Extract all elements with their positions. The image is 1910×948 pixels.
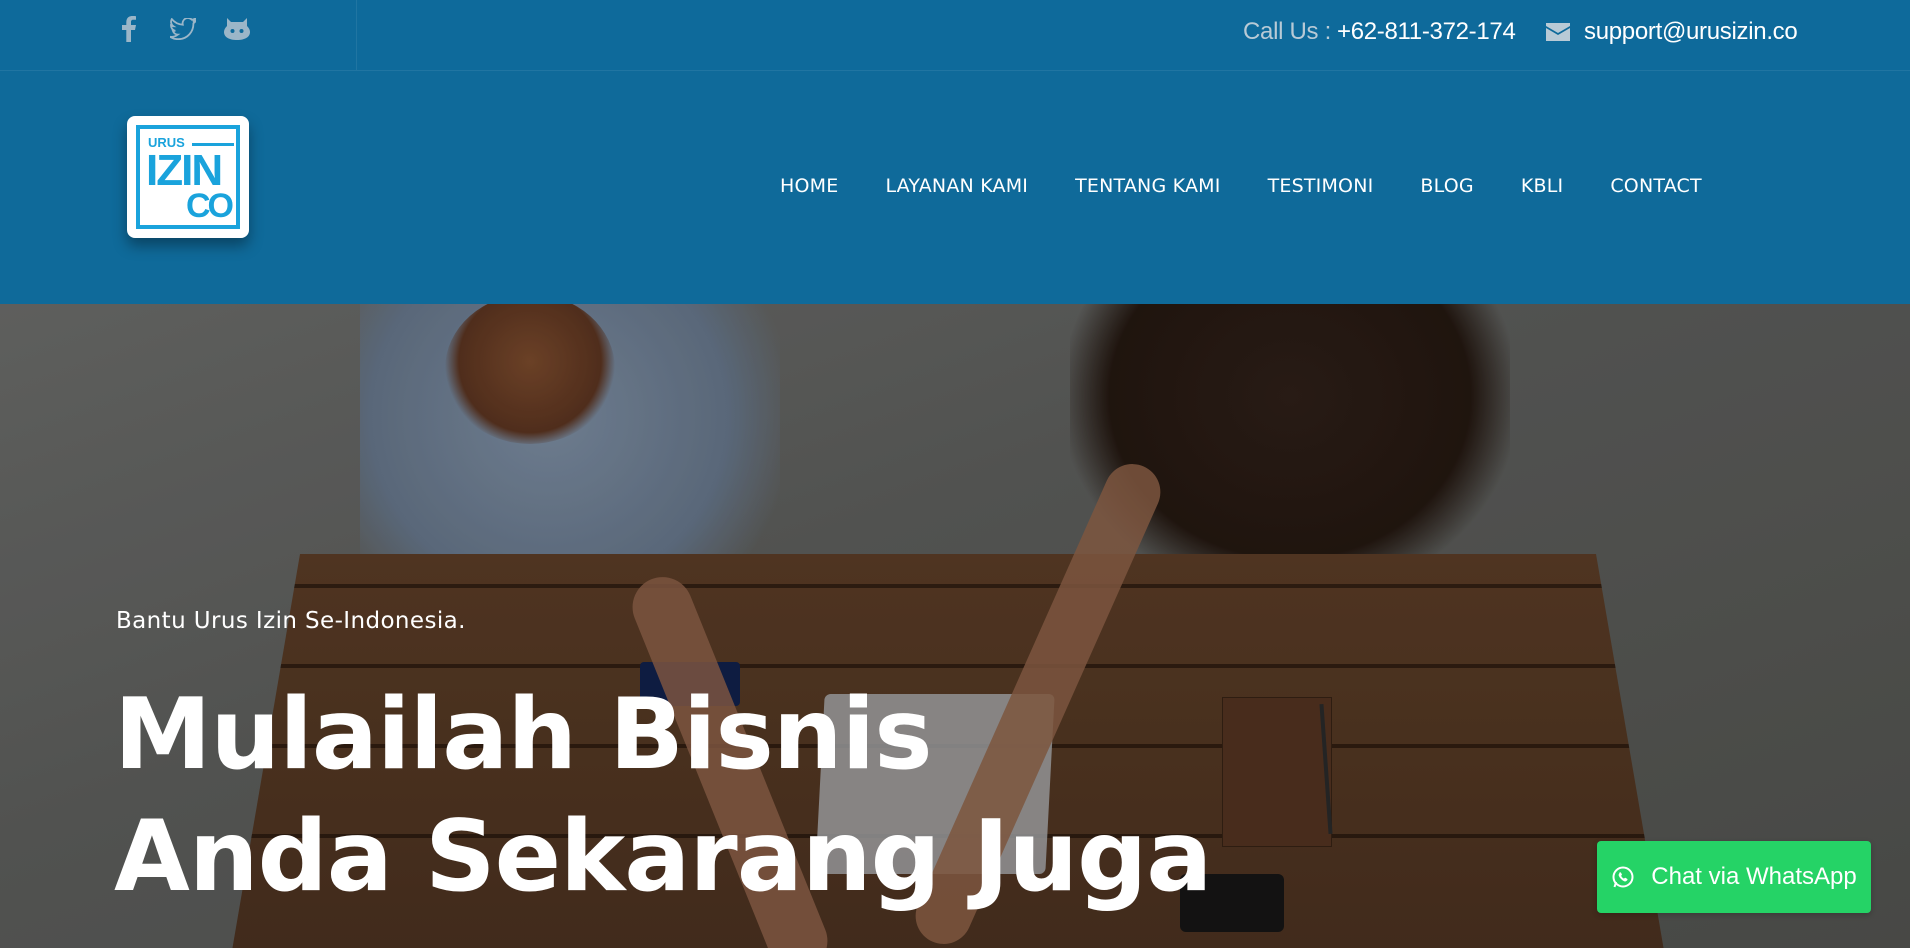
call-info: Call Us : +62-811-372-174 [1243, 16, 1516, 48]
github-icon[interactable] [224, 14, 250, 44]
logo-text-suffix: CO [186, 187, 234, 225]
email-info: support@urusizin.co [1546, 16, 1798, 48]
nav-layanan-kami[interactable]: LAYANAN KAMI [885, 175, 1028, 197]
whatsapp-label: Chat via WhatsApp [1651, 863, 1857, 890]
hero-title-line-1: Mulailah Bisnis [114, 678, 933, 792]
hero-title-line-2: Anda Sekarang Juga [114, 800, 1212, 914]
hero-subtitle: Bantu Urus Izin Se-Indonesia. [116, 608, 466, 634]
nav-testimoni[interactable]: TESTIMONI [1268, 175, 1374, 197]
nav-blog[interactable]: BLOG [1420, 175, 1473, 197]
email-address[interactable]: support@urusizin.co [1584, 18, 1798, 46]
top-bar: Call Us : +62-811-372-174 support@urusiz… [0, 0, 1910, 71]
envelope-icon [1546, 23, 1570, 41]
nav-home[interactable]: HOME [780, 175, 838, 197]
site-logo[interactable]: URUS IZIN CO [127, 116, 249, 238]
nav-kbli[interactable]: KBLI [1521, 175, 1563, 197]
facebook-icon[interactable] [116, 14, 142, 44]
topbar-divider [356, 0, 357, 70]
call-label: Call Us : [1243, 18, 1331, 45]
main-nav: HOME LAYANAN KAMI TENTANG KAMI TESTIMONI… [780, 175, 1702, 197]
nav-contact[interactable]: CONTACT [1610, 175, 1702, 197]
logo-mark: URUS IZIN CO [136, 125, 240, 229]
hero-title: Mulailah Bisnis Anda Sekarang Juga [114, 674, 1212, 918]
nav-tentang-kami[interactable]: TENTANG KAMI [1075, 175, 1220, 197]
social-links [116, 14, 250, 44]
whatsapp-chat-button[interactable]: Chat via WhatsApp [1597, 841, 1871, 913]
main-header: URUS IZIN CO HOME LAYANAN KAMI TENTANG K… [0, 71, 1910, 304]
twitter-icon[interactable] [170, 14, 196, 44]
phone-number[interactable]: +62-811-372-174 [1337, 18, 1516, 46]
whatsapp-icon [1612, 866, 1634, 888]
